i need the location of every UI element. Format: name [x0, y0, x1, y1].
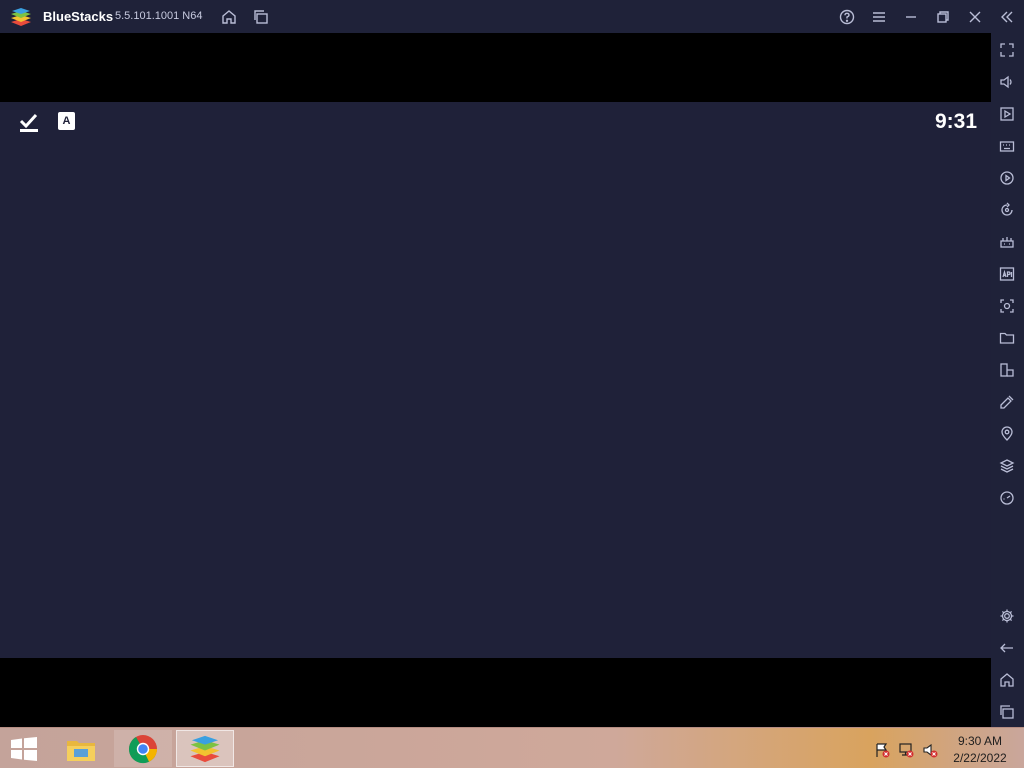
download-done-icon	[19, 113, 38, 132]
location-icon[interactable]	[998, 425, 1016, 443]
android-display[interactable]: A 9:31	[0, 102, 991, 658]
media-icon[interactable]	[998, 105, 1016, 123]
volume-muted-icon[interactable]	[922, 742, 938, 758]
screenshot-icon[interactable]	[998, 297, 1016, 315]
layers-icon[interactable]	[998, 457, 1016, 475]
action-center-flag-icon[interactable]	[874, 742, 890, 758]
volume-icon[interactable]	[998, 73, 1016, 91]
title-bar: BlueStacks 5.5.101.1001 N64	[0, 0, 1024, 33]
rotate-icon[interactable]	[998, 201, 1016, 219]
taskbar	[0, 727, 1024, 768]
app-name: BlueStacks	[43, 9, 114, 24]
settings-icon[interactable]	[998, 607, 1016, 625]
minimize-icon[interactable]	[902, 8, 920, 26]
chrome-icon[interactable]	[114, 730, 172, 767]
fullscreen-icon[interactable]	[998, 41, 1016, 59]
eco-mode-icon[interactable]	[998, 393, 1016, 411]
bluestacks-logo-icon	[11, 8, 31, 26]
network-icon[interactable]	[898, 742, 914, 758]
multi-window-icon[interactable]	[998, 361, 1016, 379]
recents-icon[interactable]	[998, 703, 1016, 721]
clock-time[interactable]: 9:30 AM	[945, 734, 1015, 748]
home-icon[interactable]	[220, 8, 238, 26]
home-icon[interactable]	[998, 671, 1016, 689]
close-icon[interactable]	[966, 8, 984, 26]
clock-date[interactable]: 2/22/2022	[945, 751, 1015, 765]
file-explorer-icon[interactable]	[52, 730, 110, 767]
keyboard-icon[interactable]	[998, 137, 1016, 155]
back-icon[interactable]	[998, 639, 1016, 657]
menu-icon[interactable]	[870, 8, 888, 26]
status-time: 9:31	[934, 110, 977, 133]
start-icon[interactable]	[9, 737, 39, 761]
android-screen-area[interactable]: A 9:31	[0, 33, 991, 727]
help-icon[interactable]	[838, 8, 856, 26]
apk-icon[interactable]	[998, 265, 1016, 283]
multi-instance-icon[interactable]	[252, 8, 270, 26]
folder-icon[interactable]	[998, 329, 1016, 347]
controls-icon[interactable]	[998, 233, 1016, 251]
performance-icon[interactable]	[998, 489, 1016, 507]
restore-icon[interactable]	[934, 8, 952, 26]
bluestacks-icon[interactable]	[176, 730, 234, 767]
macro-icon[interactable]	[998, 169, 1016, 187]
keyboard-a-icon: A	[58, 112, 75, 130]
collapse-sidebar-icon[interactable]	[998, 8, 1016, 26]
app-version: 5.5.101.1001 N64	[115, 10, 203, 22]
right-sidebar	[991, 33, 1024, 727]
